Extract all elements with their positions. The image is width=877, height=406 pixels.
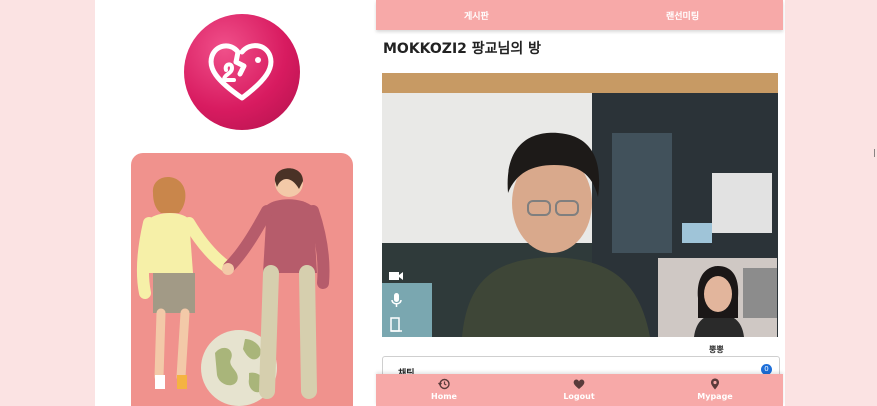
nav-mypage-button[interactable]: Mypage [675, 378, 755, 401]
microphone-icon[interactable] [388, 292, 404, 308]
nav-home-label: Home [431, 392, 457, 401]
nav-tab-online-meeting[interactable]: 랜선미팅 [666, 9, 699, 22]
couple-illustration [131, 153, 353, 406]
exit-door-icon[interactable] [388, 316, 404, 332]
app-logo [184, 14, 300, 130]
nav-logout-button[interactable]: Logout [539, 378, 619, 401]
participant-video-thumbnail [658, 258, 777, 337]
edge-marker: | [873, 148, 876, 157]
nav-home-button[interactable]: Home [404, 378, 484, 401]
heart-logo-icon [208, 43, 274, 101]
location-pin-icon [711, 378, 719, 390]
room-title: MOKKOZI2 팡교님의 방 [383, 41, 542, 57]
history-icon [438, 378, 450, 390]
heart-icon [573, 379, 585, 389]
top-navigation-bar: 게시판 랜선미팅 [376, 0, 783, 30]
nav-tab-board[interactable]: 게시판 [464, 9, 489, 22]
camera-icon[interactable] [388, 268, 404, 284]
participant-name: 뿡뿡 [709, 345, 724, 354]
nav-mypage-label: Mypage [697, 392, 733, 401]
nav-logout-label: Logout [563, 392, 595, 401]
bottom-navigation-bar: Home Logout Mypage [376, 374, 783, 406]
